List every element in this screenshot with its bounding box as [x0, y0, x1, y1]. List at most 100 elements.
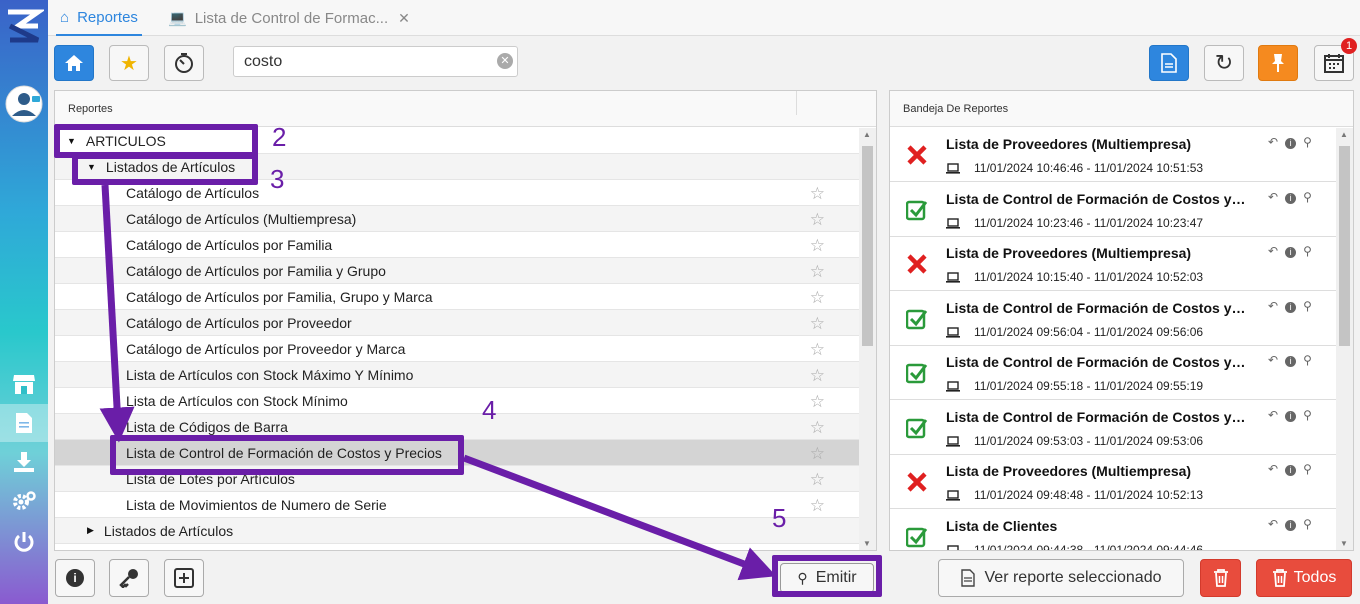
- scroll-down-icon[interactable]: ▼: [1340, 539, 1348, 548]
- clear-search-icon[interactable]: ✕: [497, 53, 513, 69]
- reply-icon[interactable]: ↶: [1268, 190, 1278, 204]
- calendar-button[interactable]: 1: [1314, 38, 1357, 81]
- reply-icon[interactable]: ↶: [1268, 244, 1278, 258]
- pin-icon[interactable]: ⚲: [1303, 135, 1312, 149]
- pin-icon[interactable]: ⚲: [1303, 462, 1312, 476]
- tray-item[interactable]: Lista de Proveedores (Multiempresa) 11/01…: [890, 237, 1336, 291]
- favorite-star-icon[interactable]: ☆: [810, 418, 825, 438]
- scrollbar[interactable]: ▲ ▼: [859, 128, 876, 550]
- report-item[interactable]: Catálogo de Artículos por Familia ☆: [55, 232, 859, 258]
- report-item[interactable]: Catálogo de Artículos por Proveedor y Ma…: [55, 336, 859, 362]
- favorite-star-icon[interactable]: ☆: [810, 314, 825, 334]
- favorite-star-icon[interactable]: ☆: [810, 340, 825, 360]
- favorites-button[interactable]: ★: [109, 45, 149, 81]
- reports-panel-header: Reportes: [55, 91, 876, 127]
- tray-item[interactable]: Lista de Control de Formación de Costos …: [890, 292, 1336, 346]
- info-icon[interactable]: i: [1285, 301, 1297, 313]
- favorite-star-icon[interactable]: ☆: [810, 184, 825, 204]
- tray-item-dates: 11/01/2024 10:15:40 - 11/01/2024 10:52:0…: [974, 270, 1204, 284]
- laptop-icon: [946, 379, 960, 397]
- history-button[interactable]: [164, 45, 204, 81]
- pin-icon[interactable]: ⚲: [1303, 517, 1312, 531]
- reports-icon[interactable]: [0, 404, 48, 442]
- info-icon[interactable]: i: [1285, 138, 1297, 149]
- report-item[interactable]: Catálogo de Artículos por Proveedor ☆: [55, 310, 859, 336]
- pin-button[interactable]: [1258, 45, 1298, 81]
- view-report-label: Ver reporte seleccionado: [984, 569, 1162, 586]
- refresh-button[interactable]: ↻: [1204, 45, 1244, 81]
- scroll-up-icon[interactable]: ▲: [863, 130, 871, 139]
- power-icon[interactable]: [0, 523, 48, 561]
- favorite-star-icon[interactable]: ☆: [810, 236, 825, 256]
- user-avatar[interactable]: [0, 82, 48, 126]
- reply-icon[interactable]: ↶: [1268, 299, 1278, 313]
- tab-lista-control[interactable]: 💻 Lista de Control de Formac... ✕: [168, 0, 410, 36]
- report-item[interactable]: Lista de Artículos con Stock Mínimo ☆: [55, 388, 859, 414]
- info-icon[interactable]: i: [1285, 519, 1297, 531]
- store-icon[interactable]: [0, 365, 48, 403]
- annotation-number: 4: [482, 395, 497, 425]
- report-view-button[interactable]: [1149, 45, 1189, 81]
- add-button[interactable]: [164, 559, 204, 597]
- app-logo[interactable]: [0, 4, 48, 48]
- delete-button[interactable]: [1200, 559, 1241, 597]
- settings-icon[interactable]: [0, 482, 48, 520]
- info-icon[interactable]: i: [1285, 356, 1297, 367]
- favorite-star-icon[interactable]: ☆: [810, 392, 825, 412]
- favorite-star-icon[interactable]: ☆: [810, 470, 825, 490]
- tray-item[interactable]: Lista de Control de Formación de Costos …: [890, 346, 1336, 400]
- view-selected-report-button[interactable]: Ver reporte seleccionado: [938, 559, 1184, 597]
- key-button[interactable]: [109, 559, 149, 597]
- tray-item-dates: 11/01/2024 09:44:38 - 11/01/2024 09:44:4…: [974, 542, 1204, 551]
- tree-node[interactable]: ▶ Listados de Artículos: [55, 518, 859, 544]
- search-box[interactable]: costo ✕: [233, 46, 518, 77]
- report-item[interactable]: Catálogo de Artículos por Familia y Grup…: [55, 258, 859, 284]
- favorite-star-icon[interactable]: ☆: [810, 366, 825, 386]
- pin-icon[interactable]: ⚲: [1303, 299, 1312, 313]
- info-icon[interactable]: i: [1285, 192, 1297, 204]
- pin-icon[interactable]: ⚲: [1303, 408, 1312, 422]
- report-item[interactable]: Lista de Artículos con Stock Máximo Y Mí…: [55, 362, 859, 388]
- info-button[interactable]: i: [55, 559, 95, 597]
- scrollbar[interactable]: ▲ ▼: [1336, 128, 1353, 550]
- report-item[interactable]: Lista de Movimientos de Numero de Serie ☆: [55, 492, 859, 518]
- reply-icon[interactable]: ↶: [1268, 408, 1278, 422]
- delete-all-button[interactable]: Todos: [1256, 559, 1352, 597]
- report-item[interactable]: Catálogo de Artículos (Multiempresa) ☆: [55, 206, 859, 232]
- home-icon: [65, 55, 83, 71]
- scrollbar-thumb[interactable]: [862, 146, 873, 346]
- favorite-star-icon[interactable]: ☆: [810, 210, 825, 230]
- pin-icon[interactable]: ⚲: [1303, 244, 1312, 258]
- reply-icon[interactable]: ↶: [1268, 462, 1278, 476]
- report-item[interactable]: Catálogo de Artículos por Familia, Grupo…: [55, 284, 859, 310]
- tray-item[interactable]: Lista de Proveedores (Multiempresa) 11/01…: [890, 128, 1336, 182]
- tray-item-dates: 11/01/2024 09:56:04 - 11/01/2024 09:56:0…: [974, 324, 1204, 339]
- favorite-star-icon[interactable]: ☆: [810, 262, 825, 282]
- caret-right-icon[interactable]: ▶: [87, 525, 94, 536]
- pin-icon[interactable]: ⚲: [1303, 353, 1312, 367]
- tray-item[interactable]: Lista de Control de Formación de Costos …: [890, 401, 1336, 455]
- scroll-up-icon[interactable]: ▲: [1340, 130, 1348, 139]
- search-input[interactable]: costo: [244, 53, 282, 71]
- info-icon[interactable]: i: [1285, 465, 1297, 476]
- favorite-star-icon[interactable]: ☆: [810, 444, 825, 464]
- scrollbar-thumb[interactable]: [1339, 146, 1350, 346]
- download-icon[interactable]: [0, 443, 48, 481]
- close-icon[interactable]: ✕: [398, 10, 410, 27]
- tray-item[interactable]: Lista de Control de Formación de Costos …: [890, 183, 1336, 237]
- reply-icon[interactable]: ↶: [1268, 135, 1278, 149]
- info-icon[interactable]: i: [1285, 410, 1297, 422]
- reply-icon[interactable]: ↶: [1268, 517, 1278, 531]
- annotation-box-emitir: [772, 555, 882, 597]
- reply-icon[interactable]: ↶: [1268, 353, 1278, 367]
- tray-item[interactable]: Lista de Proveedores (Multiempresa) 11/01…: [890, 455, 1336, 509]
- pin-icon[interactable]: ⚲: [1303, 190, 1312, 204]
- tree-label: Catálogo de Artículos por Familia y Grup…: [126, 262, 386, 279]
- home-button[interactable]: [54, 45, 94, 81]
- favorite-star-icon[interactable]: ☆: [810, 496, 825, 516]
- favorite-star-icon[interactable]: ☆: [810, 288, 825, 308]
- tab-reportes[interactable]: ⌂ Reportes: [56, 0, 142, 36]
- tray-item[interactable]: Lista de Clientes 11/01/2024 09:44:38 - 1…: [890, 510, 1336, 551]
- info-icon[interactable]: i: [1285, 247, 1297, 258]
- scroll-down-icon[interactable]: ▼: [863, 539, 871, 548]
